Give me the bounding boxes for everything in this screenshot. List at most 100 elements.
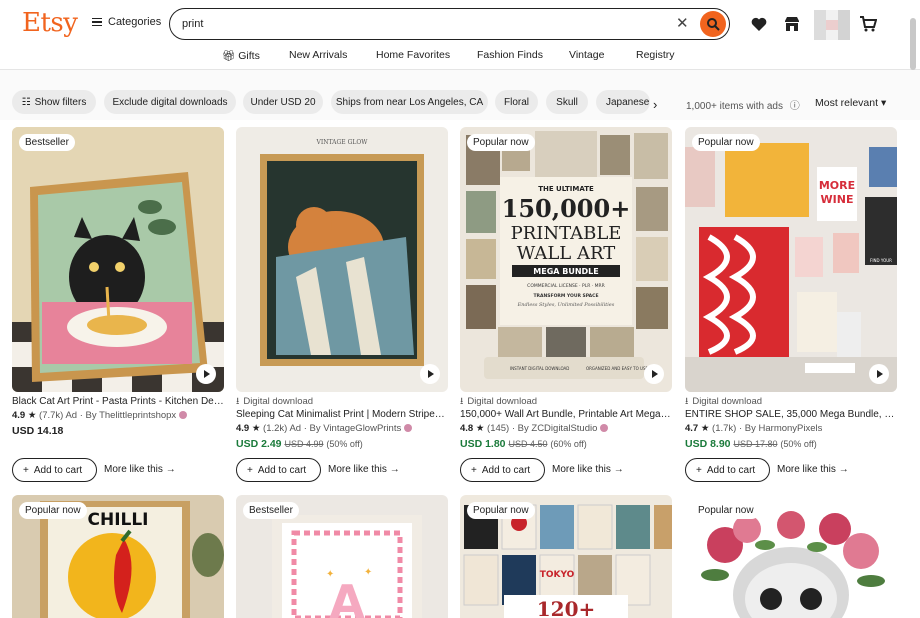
filter-chip[interactable]: Under USD 20 bbox=[243, 90, 323, 114]
arrow-right-icon: → bbox=[838, 464, 849, 475]
review-count: (1.7k) bbox=[712, 423, 737, 434]
shop-name[interactable]: By ZCDigitalStudio bbox=[518, 423, 598, 434]
shop-name[interactable]: By HarmonyPixels bbox=[745, 423, 823, 434]
shop-name[interactable]: By Thelittleprintshopx bbox=[86, 410, 177, 421]
product-meta: ⭳ Digital download Sleeping Cat Minimali… bbox=[236, 395, 448, 452]
more-like-this-label: More like this bbox=[552, 464, 611, 475]
more-like-this-button[interactable]: More like this → bbox=[104, 464, 176, 475]
product-price: USD 2.49 USD 4.99 (50% off) bbox=[236, 436, 448, 452]
sort-label: Most relevant bbox=[815, 97, 879, 109]
add-to-cart-button[interactable]: + Add to cart bbox=[12, 458, 97, 482]
nav-home-favorites[interactable]: Home Favorites bbox=[376, 49, 450, 61]
product-image[interactable]: MORE WINE FIND YOUR Popular now bbox=[685, 127, 897, 392]
show-filters-label: Show filters bbox=[34, 96, 87, 108]
review-count: (7.7k) bbox=[39, 410, 64, 421]
cat-pasta-art-image bbox=[12, 127, 224, 392]
product-price: USD 8.90 USD 17.80 (50% off) bbox=[685, 436, 897, 452]
user-avatar[interactable] bbox=[814, 10, 850, 40]
more-like-this-button[interactable]: More like this → bbox=[777, 464, 849, 475]
product-image[interactable]: CHILLI Popular now bbox=[12, 495, 224, 618]
digital-download-label: ⭳ Digital download bbox=[685, 395, 897, 408]
site-header: Etsy Categories ✕ 🎁︎ Gifts New Arrival bbox=[0, 0, 920, 70]
filter-chip[interactable]: Floral bbox=[495, 90, 538, 114]
filter-icon: ☷ bbox=[21, 96, 31, 108]
product-image[interactable]: A ✦ ✦ Bestseller bbox=[236, 495, 448, 618]
add-to-cart-label: Add to cart bbox=[257, 464, 307, 476]
image-text: MEGA BUNDLE bbox=[533, 267, 598, 276]
play-video-icon[interactable] bbox=[420, 364, 440, 384]
image-text: MORE bbox=[819, 179, 855, 192]
more-like-this-button[interactable]: More like this → bbox=[552, 464, 624, 475]
nav-fashion-finds[interactable]: Fashion Finds bbox=[477, 49, 543, 61]
product-image[interactable]: TOKYO 120+ Popular now bbox=[460, 495, 672, 618]
discount: (50% off) bbox=[326, 439, 363, 449]
nav-gifts[interactable]: 🎁︎ Gifts bbox=[222, 49, 260, 62]
gift-icon: 🎁︎ bbox=[222, 50, 236, 62]
product-image[interactable]: VINTAGE GLOW bbox=[236, 127, 448, 392]
filter-chip[interactable]: Exclude digital downloads bbox=[104, 90, 236, 114]
favorites-heart-icon[interactable] bbox=[750, 15, 768, 33]
arrow-right-icon: → bbox=[165, 464, 176, 475]
product-title[interactable]: Black Cat Art Print - Pasta Prints - Kit… bbox=[12, 395, 224, 409]
show-filters-button[interactable]: ☷ Show filters bbox=[12, 90, 96, 114]
etsy-logo[interactable]: Etsy bbox=[22, 8, 78, 38]
add-to-cart-label: Add to cart bbox=[33, 464, 83, 476]
arrow-right-icon: → bbox=[613, 464, 624, 475]
chevron-right-icon[interactable]: › bbox=[653, 97, 657, 112]
rating-value: 4.7 bbox=[685, 423, 699, 434]
sleeping-cat-print-image: VINTAGE GLOW bbox=[236, 127, 448, 392]
sort-dropdown[interactable]: Most relevant ▾ bbox=[815, 97, 886, 109]
filter-bar: ☷ Show filters Exclude digital downloads… bbox=[0, 70, 920, 120]
more-like-this-button[interactable]: More like this → bbox=[328, 464, 400, 475]
review-count: (1.2k) bbox=[263, 423, 288, 434]
play-video-icon[interactable] bbox=[644, 364, 664, 384]
price-value: USD 2.49 bbox=[236, 438, 282, 450]
ad-label: Ad bbox=[289, 423, 302, 434]
product-image[interactable]: Popular now bbox=[685, 495, 897, 618]
image-text: WINE bbox=[821, 193, 854, 206]
arrow-right-icon: → bbox=[389, 464, 400, 475]
nav-vintage[interactable]: Vintage bbox=[569, 49, 604, 61]
add-to-cart-button[interactable]: + Add to cart bbox=[236, 458, 321, 482]
categories-button[interactable]: Categories bbox=[92, 16, 161, 28]
play-video-icon[interactable] bbox=[196, 364, 216, 384]
product-image[interactable]: THE ULTIMATE 150,000+ PRINTABLE WALL ART… bbox=[460, 127, 672, 392]
add-to-cart-button[interactable]: + Add to cart bbox=[685, 458, 770, 482]
filter-chip[interactable]: Japanese bbox=[596, 90, 650, 114]
nav-new-arrivals[interactable]: New Arrivals bbox=[289, 49, 347, 61]
rating-value: 4.9 bbox=[236, 423, 250, 434]
product-title[interactable]: ENTIRE SHOP SALE, 35,000 Mega Bundle, Pr… bbox=[685, 408, 897, 422]
image-text: THE ULTIMATE bbox=[538, 185, 594, 193]
image-text: Endless Styles, Unlimited Possibilities bbox=[517, 302, 615, 308]
star-icon: ★ bbox=[475, 423, 485, 434]
shop-manager-icon[interactable] bbox=[783, 15, 801, 33]
search-input[interactable] bbox=[182, 16, 662, 32]
info-icon[interactable]: ⓘ bbox=[790, 101, 800, 112]
add-to-cart-button[interactable]: + Add to cart bbox=[460, 458, 545, 482]
price-value: USD 8.90 bbox=[685, 438, 731, 450]
original-price: USD 4.50 bbox=[508, 439, 548, 449]
shop-name[interactable]: By VintageGlowPrints bbox=[310, 423, 402, 434]
play-video-icon[interactable] bbox=[869, 364, 889, 384]
image-text: A bbox=[329, 575, 365, 618]
star-icon: ★ bbox=[251, 423, 261, 434]
page-scrollbar[interactable] bbox=[910, 18, 916, 70]
product-rating: 4.7 ★ (1.7k) · By HarmonyPixels bbox=[685, 423, 823, 434]
product-meta: ⭳ Digital download ENTIRE SHOP SALE, 35,… bbox=[685, 395, 897, 452]
plus-icon: + bbox=[471, 464, 477, 476]
nav-registry[interactable]: Registry bbox=[636, 49, 675, 61]
original-price: USD 4.99 bbox=[284, 439, 324, 449]
ad-label: Ad bbox=[65, 410, 78, 421]
product-rating: 4.9 ★ (1.2k) Ad · By VintageGlowPrints bbox=[236, 422, 448, 436]
chevron-down-icon: ▾ bbox=[880, 97, 887, 109]
product-image[interactable]: Bestseller bbox=[12, 127, 224, 392]
cart-icon[interactable] bbox=[859, 15, 877, 33]
clear-search-icon[interactable]: ✕ bbox=[676, 16, 689, 32]
filter-chip[interactable]: Ships from near Los Angeles, CA bbox=[331, 90, 488, 114]
product-title[interactable]: Sleeping Cat Minimalist Print | Modern S… bbox=[236, 408, 448, 422]
star-icon: ★ bbox=[700, 423, 710, 434]
search-button[interactable] bbox=[700, 11, 726, 37]
product-title[interactable]: 150,000+ Wall Art Bundle, Printable Art … bbox=[460, 408, 672, 422]
price-value: USD 14.18 bbox=[12, 425, 64, 437]
filter-chip[interactable]: Skull bbox=[546, 90, 588, 114]
